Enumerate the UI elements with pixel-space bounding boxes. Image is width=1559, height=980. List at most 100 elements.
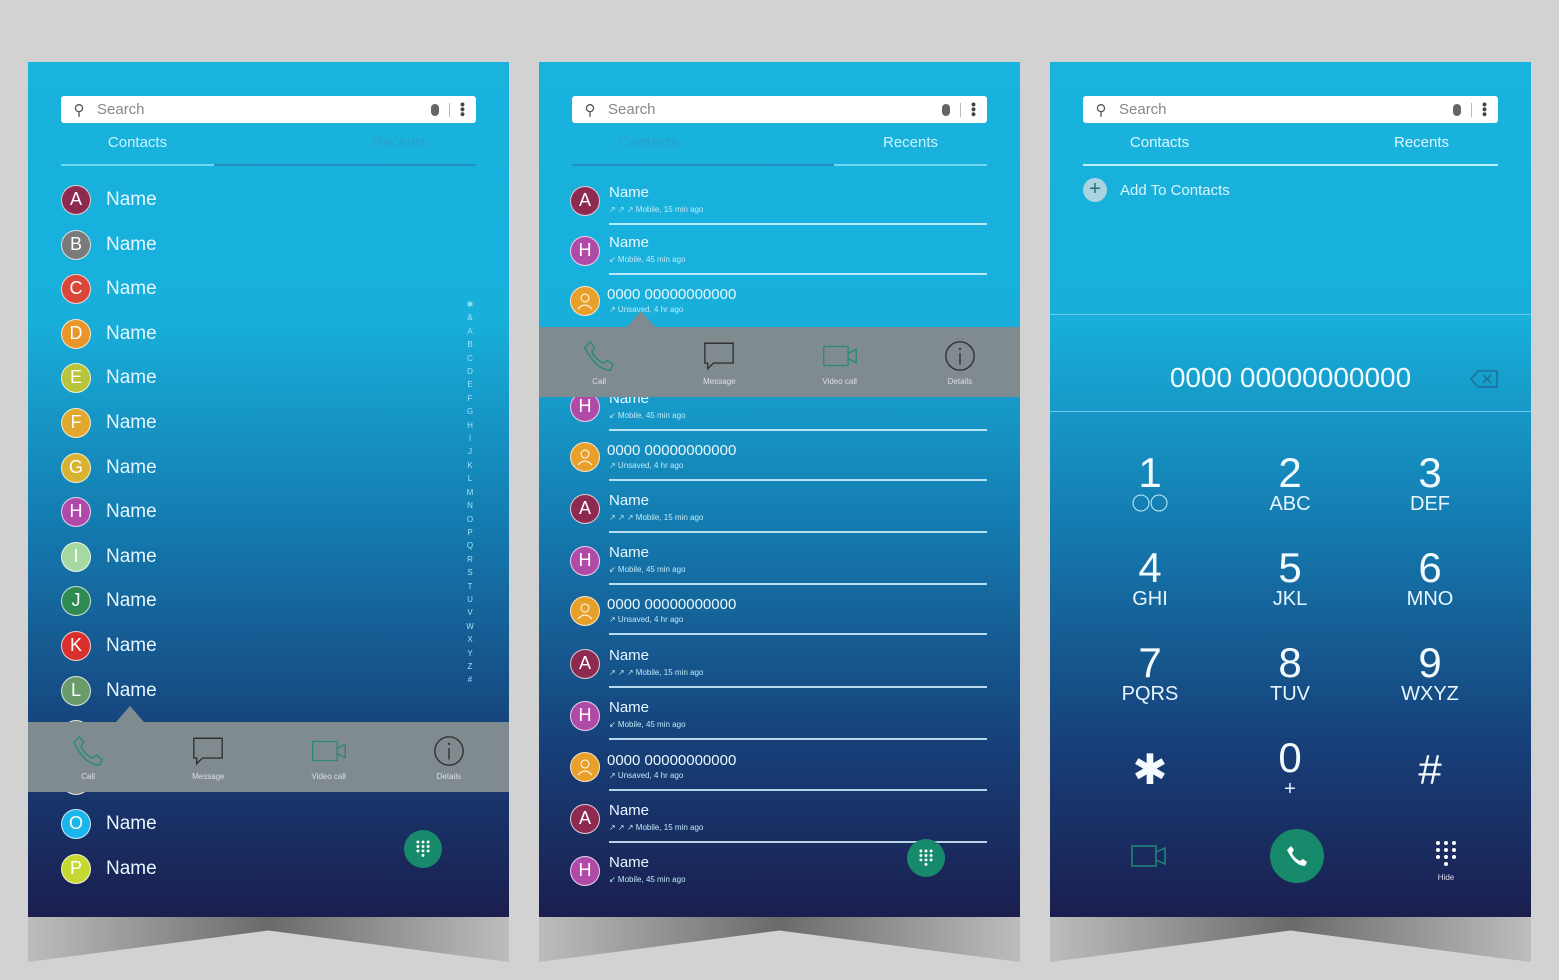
contact-row[interactable]: O Name: [28, 809, 448, 849]
recent-call-row[interactable]: H Name ↙ Mobile, 45 min ago: [539, 854, 1020, 900]
contact-name: Name: [106, 813, 157, 835]
tab-recents[interactable]: Recents: [1345, 134, 1498, 166]
more-options-icon[interactable]: •••: [966, 102, 987, 117]
keypad-key-hash[interactable]: #: [1370, 737, 1490, 791]
video-call-action[interactable]: Video call: [279, 734, 379, 781]
index-letter[interactable]: K: [464, 459, 476, 472]
more-options-icon[interactable]: •••: [455, 102, 476, 117]
keypad-key-4[interactable]: 4 GHI: [1090, 547, 1210, 610]
message-action[interactable]: Message: [669, 339, 769, 386]
microphone-icon[interactable]: [431, 103, 439, 116]
index-letter[interactable]: #: [464, 673, 476, 686]
microphone-icon[interactable]: [1453, 103, 1461, 116]
backspace-icon[interactable]: [1470, 370, 1498, 388]
dialpad-button[interactable]: [404, 830, 442, 868]
keypad-key-star[interactable]: ✱: [1090, 737, 1210, 791]
tab-contacts[interactable]: Contacts: [1083, 134, 1236, 166]
microphone-icon[interactable]: [942, 103, 950, 116]
index-letter[interactable]: E: [464, 378, 476, 391]
search-bar[interactable]: ⚲ Search •••: [1083, 96, 1498, 123]
dialpad-icon: [416, 840, 430, 857]
index-letter[interactable]: T: [464, 580, 476, 593]
keypad-key-3[interactable]: 3 DEF: [1370, 452, 1490, 515]
contact-row[interactable]: K Name: [28, 631, 448, 671]
contact-row[interactable]: D Name: [28, 318, 448, 359]
keypad-key-1[interactable]: 1: [1090, 452, 1210, 517]
search-bar[interactable]: ⚲ Search •••: [572, 96, 987, 123]
index-letter[interactable]: P: [464, 526, 476, 539]
index-letter[interactable]: Z: [464, 660, 476, 673]
search-input[interactable]: Search: [608, 101, 942, 118]
index-letter[interactable]: M: [464, 486, 476, 499]
index-letter[interactable]: S: [464, 566, 476, 579]
index-letter[interactable]: H: [464, 419, 476, 432]
keypad-key-7[interactable]: 7 PQRS: [1090, 642, 1210, 705]
index-letter[interactable]: C: [464, 352, 476, 365]
contact-row[interactable]: H Name: [28, 497, 448, 537]
index-letter[interactable]: Y: [464, 647, 476, 660]
video-call-action[interactable]: Video call: [790, 339, 890, 386]
key-letters: JKL: [1272, 588, 1308, 610]
index-letter[interactable]: Q: [464, 539, 476, 552]
keypad-key-9[interactable]: 9 WXYZ: [1370, 642, 1490, 705]
contact-row[interactable]: B Name: [28, 229, 448, 270]
tab-recents[interactable]: Recents: [834, 134, 987, 166]
call-button[interactable]: [1270, 829, 1324, 883]
alphabet-index[interactable]: ✱ & A B C D E F G H I J K L M N O P Q R S T U V W X Y Z #: [464, 298, 476, 687]
index-letter[interactable]: R: [464, 553, 476, 566]
search-input[interactable]: Search: [1119, 101, 1453, 118]
index-letter[interactable]: G: [464, 405, 476, 418]
contact-row[interactable]: P Name: [28, 854, 448, 894]
index-letter[interactable]: X: [464, 633, 476, 646]
tab-recents[interactable]: Recents: [323, 134, 476, 151]
keypad-key-2[interactable]: 2 ABC: [1230, 452, 1350, 515]
call-action[interactable]: Call: [38, 734, 138, 781]
index-letter[interactable]: F: [464, 392, 476, 405]
video-call-button[interactable]: [1130, 842, 1168, 875]
index-letter[interactable]: J: [464, 445, 476, 458]
index-letter[interactable]: &: [464, 311, 476, 324]
contact-row[interactable]: G Name: [28, 452, 448, 493]
keypad-key-5[interactable]: 5 JKL: [1230, 547, 1350, 610]
keypad-key-8[interactable]: 8 TUV: [1230, 642, 1350, 705]
keypad-key-0[interactable]: 0 +: [1230, 737, 1350, 800]
contact-row[interactable]: J Name: [28, 586, 448, 626]
dialpad-button[interactable]: [907, 839, 945, 877]
contact-row[interactable]: F Name: [28, 408, 448, 448]
index-letter[interactable]: L: [464, 472, 476, 485]
recent-call-row[interactable]: 0000 00000000000 ↗ Unsaved, 4 hr ago: [539, 284, 1020, 330]
keypad-key-6[interactable]: 6 MNO: [1370, 547, 1490, 610]
contact-name: Name: [609, 647, 650, 664]
index-letter[interactable]: B: [464, 338, 476, 351]
search-bar[interactable]: ⚲ Search •••: [61, 96, 476, 123]
index-letter[interactable]: I: [464, 432, 476, 445]
contact-name: Name: [106, 501, 157, 523]
index-letter[interactable]: O: [464, 513, 476, 526]
contact-row[interactable]: A Name: [28, 185, 448, 225]
search-input[interactable]: Search: [97, 101, 431, 118]
more-options-icon[interactable]: •••: [1477, 102, 1498, 117]
index-letter[interactable]: V: [464, 606, 476, 619]
key-letters: GHI: [1132, 588, 1168, 610]
details-action[interactable]: Details: [399, 734, 499, 781]
index-letter[interactable]: ✱: [464, 298, 476, 311]
index-letter[interactable]: A: [464, 325, 476, 338]
tab-contacts[interactable]: Contacts: [61, 134, 214, 166]
call-action[interactable]: Call: [549, 339, 649, 386]
contact-row[interactable]: C Name: [28, 274, 448, 314]
details-action[interactable]: Details: [910, 339, 1010, 386]
tab-bar: Contacts Recents: [61, 132, 476, 166]
contact-row[interactable]: I Name: [28, 541, 448, 582]
contact-row[interactable]: L Name: [28, 675, 448, 716]
index-letter[interactable]: N: [464, 499, 476, 512]
hide-keypad-button[interactable]: Hide: [1430, 840, 1462, 882]
add-to-contacts-button[interactable]: + Add To Contacts: [1083, 178, 1230, 202]
index-letter[interactable]: W: [464, 620, 476, 633]
details-label: Details: [436, 771, 462, 781]
contact-row[interactable]: E Name: [28, 363, 448, 403]
tab-contacts[interactable]: Contacts: [572, 134, 725, 151]
index-letter[interactable]: D: [464, 365, 476, 378]
message-action[interactable]: Message: [158, 734, 258, 781]
index-letter[interactable]: U: [464, 593, 476, 606]
avatar: A: [570, 649, 600, 679]
